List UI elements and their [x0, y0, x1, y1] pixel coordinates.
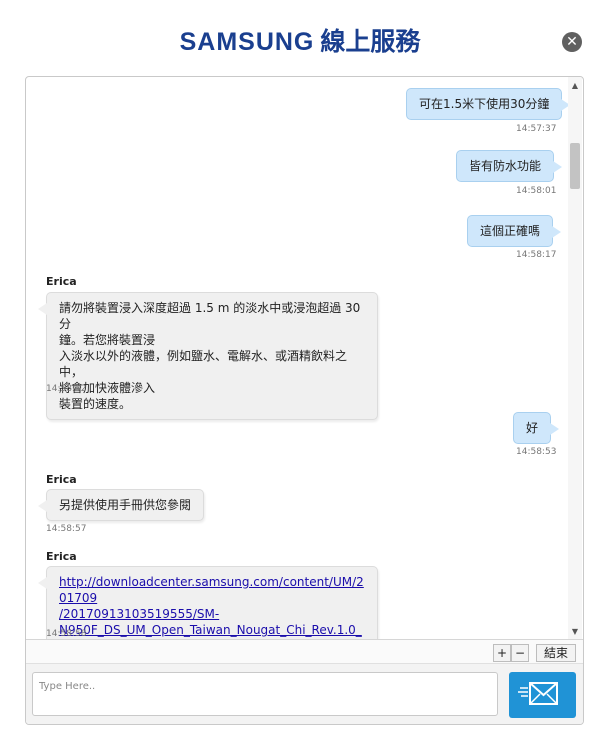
message-line: 裝置的速度。: [59, 397, 132, 411]
end-chat-button[interactable]: 結束: [536, 644, 576, 662]
compose-area: Type Here..: [26, 663, 583, 724]
message-agent: 另提供使用手冊供您參閱: [37, 489, 205, 521]
scroll-down-arrow-icon[interactable]: ▼: [568, 625, 582, 639]
manual-link[interactable]: N950F_DS_UM_Open_Taiwan_Nougat_Chi_Rev.1…: [59, 622, 365, 639]
message-timestamp: 14:58:58: [46, 629, 87, 639]
send-button[interactable]: [509, 672, 576, 718]
message-user: 皆有防水功能: [456, 150, 563, 182]
message-timestamp: 14:58:57: [46, 524, 87, 534]
message-line: 將會加快液體滲入: [59, 381, 156, 395]
message-line: 請勿將裝置浸入深度超過 1.5 m 的淡水中或浸泡超過 30 分: [59, 301, 361, 331]
message-timestamp: 14:58:01: [516, 186, 557, 196]
samsung-logo: SAMSUNG: [179, 28, 315, 56]
font-increase-button[interactable]: +: [493, 644, 511, 662]
message-timestamp: 14:58:42: [46, 384, 87, 394]
message-user: 可在1.5米下使用30分鐘: [406, 88, 571, 120]
chat-panel: 可在1.5米下使用30分鐘 14:57:37 皆有防水功能 14:58:01 這…: [25, 76, 584, 725]
scroll-thumb[interactable]: [570, 143, 580, 189]
message-input[interactable]: Type Here..: [32, 672, 498, 716]
user-bubble: 可在1.5米下使用30分鐘: [406, 88, 571, 120]
message-user: 這個正確嗎: [467, 215, 562, 247]
user-bubble: 好: [513, 412, 560, 444]
user-bubble: 這個正確嗎: [467, 215, 562, 247]
sender-name: Erica: [46, 550, 77, 563]
manual-link[interactable]: /20170913103519555/SM-: [59, 606, 365, 622]
message-agent: 請勿將裝置浸入深度超過 1.5 m 的淡水中或浸泡超過 30 分 鐘。若您將裝置…: [38, 292, 378, 420]
agent-bubble: http://downloadcenter.samsung.com/conten…: [38, 566, 378, 639]
agent-bubble: 另提供使用手冊供您參閱: [37, 489, 205, 521]
message-timestamp: 14:57:37: [516, 124, 557, 134]
message-timestamp: 14:58:53: [516, 447, 557, 457]
message-line: 鐘。若您將裝置浸: [59, 333, 156, 347]
sender-name: Erica: [46, 275, 77, 288]
manual-link[interactable]: http://downloadcenter.samsung.com/conten…: [59, 574, 365, 606]
user-bubble: 皆有防水功能: [456, 150, 563, 182]
chat-transcript: 可在1.5米下使用30分鐘 14:57:37 皆有防水功能 14:58:01 這…: [26, 77, 583, 639]
header: SAMSUNG 線上服務 ✕: [0, 0, 600, 76]
message-agent: http://downloadcenter.samsung.com/conten…: [38, 566, 378, 639]
scroll-up-arrow-icon[interactable]: ▲: [568, 79, 582, 93]
font-decrease-button[interactable]: −: [511, 644, 529, 662]
close-button[interactable]: ✕: [562, 32, 582, 52]
page-title: 線上服務: [320, 27, 421, 56]
send-mail-icon: [518, 682, 558, 705]
sender-name: Erica: [46, 473, 77, 486]
brand: SAMSUNG 線上服務: [0, 22, 600, 58]
agent-bubble: 請勿將裝置浸入深度超過 1.5 m 的淡水中或浸泡超過 30 分 鐘。若您將裝置…: [38, 292, 378, 420]
chat-scrollbar[interactable]: ▲ ▼: [568, 77, 582, 639]
message-user: 好: [513, 412, 560, 444]
chat-toolbar: + − 結束: [26, 639, 583, 664]
message-line: 入淡水以外的液體，例如鹽水、電解水、或酒精飲料之中，: [59, 349, 348, 379]
message-timestamp: 14:58:17: [516, 250, 557, 260]
